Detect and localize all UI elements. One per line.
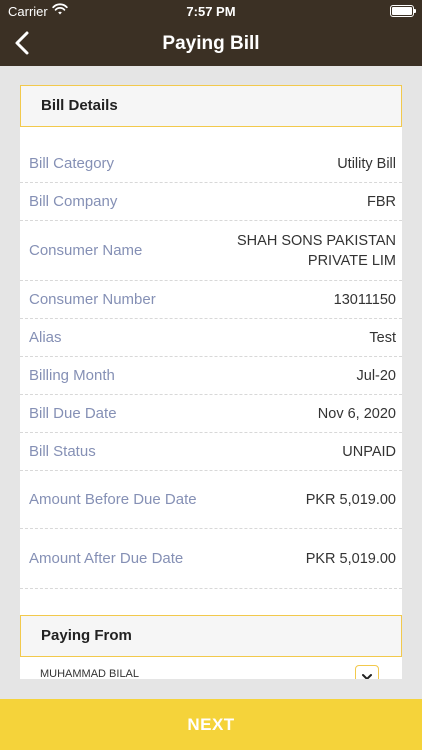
consumer-name-row: Consumer Name SHAH SONS PAKISTAN PRIVATE… [20, 221, 402, 281]
paying-from-title: Paying From [41, 627, 132, 644]
row-value: 13011150 [333, 291, 396, 308]
row-value: FBR [367, 193, 396, 210]
bill-due-date-row: Bill Due Date Nov 6, 2020 [20, 395, 402, 433]
row-value: Nov 6, 2020 [317, 405, 396, 422]
row-label: Amount Before Due Date [29, 491, 197, 508]
battery-icon [390, 5, 416, 17]
status-bar: Carrier 7:57 PM [0, 0, 422, 22]
account-name: MUHAMMAD BILAL [40, 668, 140, 679]
paying-from-header: Paying From [20, 615, 402, 657]
row-value: Test [369, 329, 396, 346]
bill-category-row: Bill Category Utility Bill [20, 145, 402, 183]
row-value: Jul-20 [356, 367, 397, 384]
row-label: Bill Company [29, 193, 118, 210]
clock: 7:57 PM [186, 4, 236, 19]
account-dropdown-button[interactable] [355, 665, 379, 679]
bill-status-row: Bill Status UNPAID [20, 433, 402, 471]
chevron-down-icon [362, 674, 372, 679]
next-button[interactable]: NEXT [0, 699, 422, 750]
page-title: Paying Bill [162, 33, 260, 54]
row-label: Billing Month [29, 367, 115, 384]
amount-before-due-row: Amount Before Due Date PKR 5,019.00 [20, 471, 402, 529]
row-value: PKR 5,019.00 [305, 491, 396, 508]
row-label: Bill Due Date [29, 405, 117, 422]
row-label: Bill Status [29, 443, 96, 460]
row-label: Amount After Due Date [29, 550, 184, 567]
bill-card: Bill Details Bill Category Utility Bill … [20, 85, 402, 679]
row-value: UNPAID [342, 443, 396, 460]
row-label: Consumer Number [29, 291, 156, 308]
row-label: Consumer Name [29, 242, 143, 259]
row-label: Bill Category [29, 155, 115, 172]
alias-row: Alias Test [20, 319, 402, 357]
row-value: PKR 5,019.00 [305, 550, 396, 567]
bill-details-title: Bill Details [41, 97, 118, 114]
consumer-number-row: Consumer Number 13011150 [20, 281, 402, 319]
bill-details-header: Bill Details [20, 85, 402, 127]
amount-after-due-row: Amount After Due Date PKR 5,019.00 [20, 529, 402, 589]
bill-company-row: Bill Company FBR [20, 183, 402, 221]
row-value: Utility Bill [337, 155, 396, 172]
billing-month-row: Billing Month Jul-20 [20, 357, 402, 395]
navigation-bar: Paying Bill [0, 22, 422, 66]
row-value: SHAH SONS PAKISTAN PRIVATE LIM [237, 232, 396, 269]
row-label: Alias [29, 329, 62, 346]
